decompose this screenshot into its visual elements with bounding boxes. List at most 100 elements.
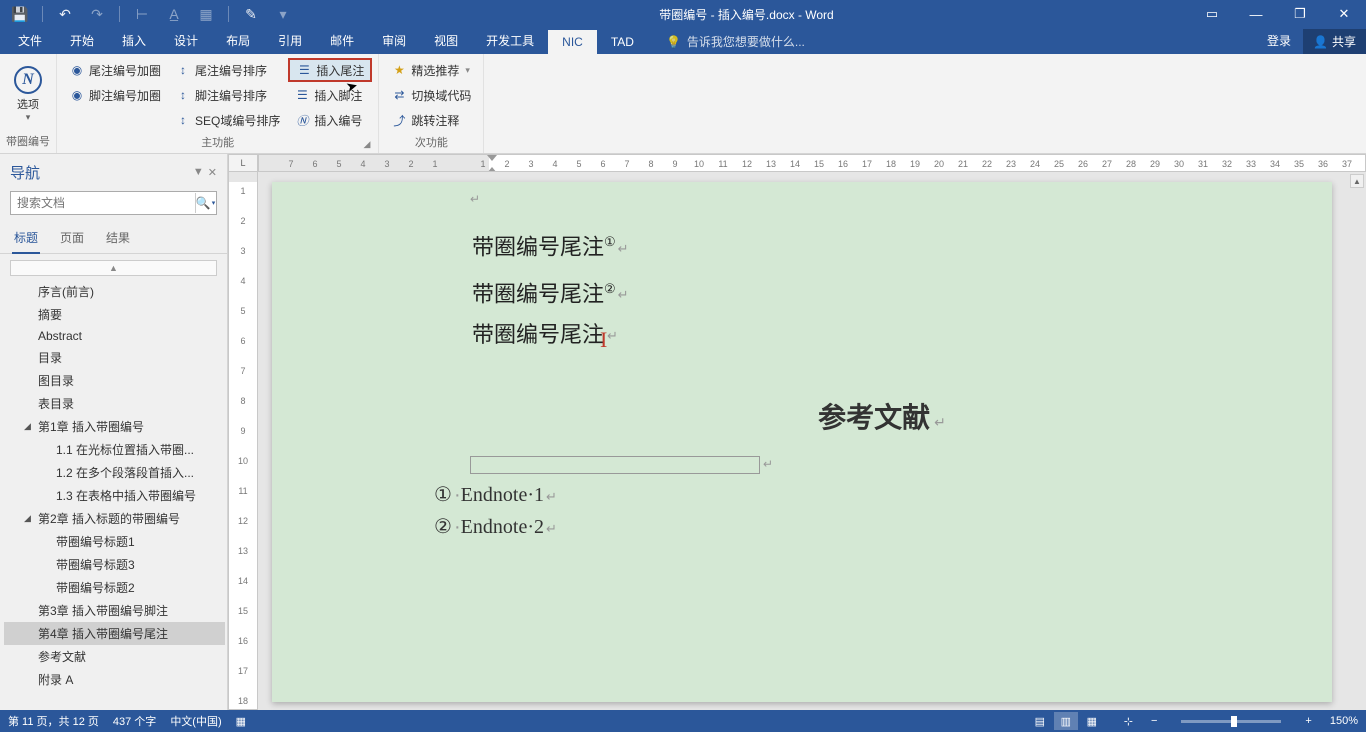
- toggle-field-button[interactable]: ⇄切换域代码: [385, 83, 477, 107]
- ribbon-tab-开始[interactable]: 开始: [56, 27, 108, 54]
- page-status[interactable]: 第 11 页，共 12 页: [8, 713, 99, 729]
- scroll-up-button[interactable]: ▲: [1350, 174, 1364, 188]
- footnote-sort-button[interactable]: ↕脚注编号排序: [169, 83, 286, 107]
- nav-tree-item[interactable]: 第3章 插入带圈编号脚注: [4, 599, 225, 622]
- tell-me[interactable]: 💡 告诉我您想要做什么...: [656, 29, 815, 54]
- nav-tree-item[interactable]: ◢第2章 插入标题的带圈编号: [4, 507, 225, 530]
- jump-icon: ⤴: [391, 112, 407, 128]
- tell-me-text: 告诉我您想要做什么...: [687, 33, 805, 50]
- ruler-corner[interactable]: L: [228, 154, 258, 172]
- endnote-circle-button[interactable]: ◉尾注编号加圈: [63, 58, 167, 82]
- group-label-3: 次功能: [385, 132, 477, 152]
- ribbon-tab-视图[interactable]: 视图: [420, 27, 472, 54]
- document-scroll[interactable]: ▲ ↵ 带圈编号尾注①↵带圈编号尾注②↵带圈编号尾注↵ 参考文献↵ ①·Endn…: [258, 172, 1366, 710]
- nav-tab-pages[interactable]: 页面: [58, 225, 86, 253]
- nav-tree-item[interactable]: 1.2 在多个段落段首插入...: [4, 461, 225, 484]
- read-mode-button[interactable]: ▤: [1028, 712, 1052, 730]
- expand-icon[interactable]: ◢: [24, 421, 34, 432]
- endnote-line[interactable]: ②·Endnote·2↵: [432, 512, 1292, 544]
- redo-button[interactable]: ↷: [83, 2, 111, 26]
- web-layout-button[interactable]: ▦: [1080, 712, 1104, 730]
- close-button[interactable]: ✕: [1322, 0, 1366, 28]
- qat-btn-6[interactable]: ▦: [192, 2, 220, 26]
- seq-sort-button[interactable]: ↕SEQ域编号排序: [169, 108, 286, 132]
- nav-tree-item[interactable]: 图目录: [4, 369, 225, 392]
- ribbon-tab-设计[interactable]: 设计: [160, 27, 212, 54]
- zoom-out-button[interactable]: −: [1147, 715, 1161, 727]
- star-icon: ★: [391, 62, 407, 78]
- insert-icon: ☰: [294, 87, 310, 103]
- document-page[interactable]: ↵ 带圈编号尾注①↵带圈编号尾注②↵带圈编号尾注↵ 参考文献↵ ①·Endnot…: [272, 182, 1332, 702]
- qat-btn-7[interactable]: ✎: [237, 2, 265, 26]
- nav-tree-item[interactable]: 1.3 在表格中插入带圈编号: [4, 484, 225, 507]
- ribbon-tab-审阅[interactable]: 审阅: [368, 27, 420, 54]
- vertical-ruler[interactable]: 123456789101112131415161718: [228, 172, 258, 710]
- search-input[interactable]: [10, 191, 217, 215]
- word-count[interactable]: 437 个字: [113, 713, 156, 729]
- footnote-circle-button[interactable]: ◉脚注编号加圈: [63, 83, 167, 107]
- minimize-button[interactable]: —: [1234, 0, 1278, 28]
- language-status[interactable]: 中文(中国): [170, 713, 221, 729]
- qat-btn-4[interactable]: ⊢: [128, 2, 156, 26]
- nav-jump-bar[interactable]: ▲: [10, 260, 217, 276]
- nav-tree-item[interactable]: 1.1 在光标位置插入带圈...: [4, 438, 225, 461]
- nav-title: 导航: [10, 162, 40, 183]
- horizontal-ruler[interactable]: 7654321123456789101112131415161718192021…: [258, 154, 1366, 172]
- title-bar: 💾 ↶ ↷ ⊢ A̲ ▦ ✎ ▾ 带圈编号 - 插入编号.docx - Word…: [0, 0, 1366, 28]
- nav-tree-item[interactable]: 附录 A: [4, 668, 225, 691]
- insert-footnote-button[interactable]: ☰插入脚注: [288, 83, 372, 107]
- document-line[interactable]: 带圈编号尾注↵: [472, 315, 1292, 356]
- dialog-launcher-icon[interactable]: ◢: [363, 139, 370, 150]
- featured-button[interactable]: ★精选推荐▾: [385, 58, 477, 82]
- restore-button[interactable]: ❐: [1278, 0, 1322, 28]
- nav-tree-item[interactable]: 表目录: [4, 392, 225, 415]
- share-button[interactable]: 👤 共享: [1303, 29, 1366, 54]
- nav-close-icon[interactable]: ✕: [208, 166, 217, 179]
- ribbon-tab-邮件[interactable]: 邮件: [316, 27, 368, 54]
- nav-tree-item[interactable]: 带圈编号标题2: [4, 576, 225, 599]
- expand-icon[interactable]: ◢: [24, 513, 34, 524]
- ribbon-group-options: N 选项 ▾ 带圈编号: [0, 54, 57, 153]
- nav-tree-item[interactable]: 摘要: [4, 303, 225, 326]
- nav-tab-headings[interactable]: 标题: [12, 225, 40, 254]
- ribbon-tab-布局[interactable]: 布局: [212, 27, 264, 54]
- document-line[interactable]: 带圈编号尾注①↵: [472, 222, 1292, 269]
- insert-endnote-button[interactable]: ☰插入尾注: [288, 58, 372, 82]
- nav-tree-item[interactable]: 目录: [4, 346, 225, 369]
- endnote-line[interactable]: ①·Endnote·1↵: [432, 480, 1292, 512]
- options-button[interactable]: N 选项 ▾: [6, 58, 50, 131]
- ribbon-tab-插入[interactable]: 插入: [108, 27, 160, 54]
- ribbon-tab-开发工具[interactable]: 开发工具: [472, 27, 548, 54]
- undo-button[interactable]: ↶: [51, 2, 79, 26]
- nav-tree-item[interactable]: Abstract: [4, 326, 225, 346]
- qat-more[interactable]: ▾: [269, 2, 297, 26]
- nav-tree-item[interactable]: 带圈编号标题1: [4, 530, 225, 553]
- zoom-level[interactable]: 150%: [1330, 715, 1358, 727]
- qat-btn-5[interactable]: A̲: [160, 2, 188, 26]
- zoom-slider[interactable]: [1181, 720, 1281, 723]
- endnote-sort-button[interactable]: ↕尾注编号排序: [169, 58, 286, 82]
- print-layout-button[interactable]: ▥: [1054, 712, 1078, 730]
- nav-tree-item[interactable]: 序言(前言): [4, 280, 225, 303]
- nav-tab-results[interactable]: 结果: [104, 225, 132, 253]
- zoom-fit-icon[interactable]: ⊹: [1124, 715, 1133, 728]
- nav-tree-item[interactable]: 参考文献: [4, 645, 225, 668]
- ribbon-tab-TAD[interactable]: TAD: [597, 30, 648, 54]
- nav-tree-item[interactable]: ◢第1章 插入带圈编号: [4, 415, 225, 438]
- nav-tree-item[interactable]: 第4章 插入带圈编号尾注: [4, 622, 225, 645]
- zoom-in-button[interactable]: +: [1301, 715, 1315, 727]
- insert-number-button[interactable]: Ⓝ插入编号: [288, 108, 372, 132]
- document-line[interactable]: 带圈编号尾注②↵: [472, 269, 1292, 316]
- ribbon-tab-文件[interactable]: 文件: [4, 27, 56, 54]
- search-icon[interactable]: 🔍▾: [195, 193, 215, 213]
- ribbon-tab-NIC[interactable]: NIC: [548, 30, 597, 54]
- jump-note-button[interactable]: ⤴跳转注释: [385, 108, 477, 132]
- macro-icon[interactable]: ▦: [236, 715, 246, 728]
- nav-dropdown-icon[interactable]: ▼: [193, 166, 204, 179]
- ribbon-display-options[interactable]: ▭: [1190, 0, 1234, 28]
- save-button[interactable]: 💾: [6, 2, 34, 26]
- indent-marker-icon[interactable]: [487, 155, 497, 172]
- nav-tree-item[interactable]: 带圈编号标题3: [4, 553, 225, 576]
- login-button[interactable]: 登录: [1255, 27, 1303, 54]
- ribbon-tab-引用[interactable]: 引用: [264, 27, 316, 54]
